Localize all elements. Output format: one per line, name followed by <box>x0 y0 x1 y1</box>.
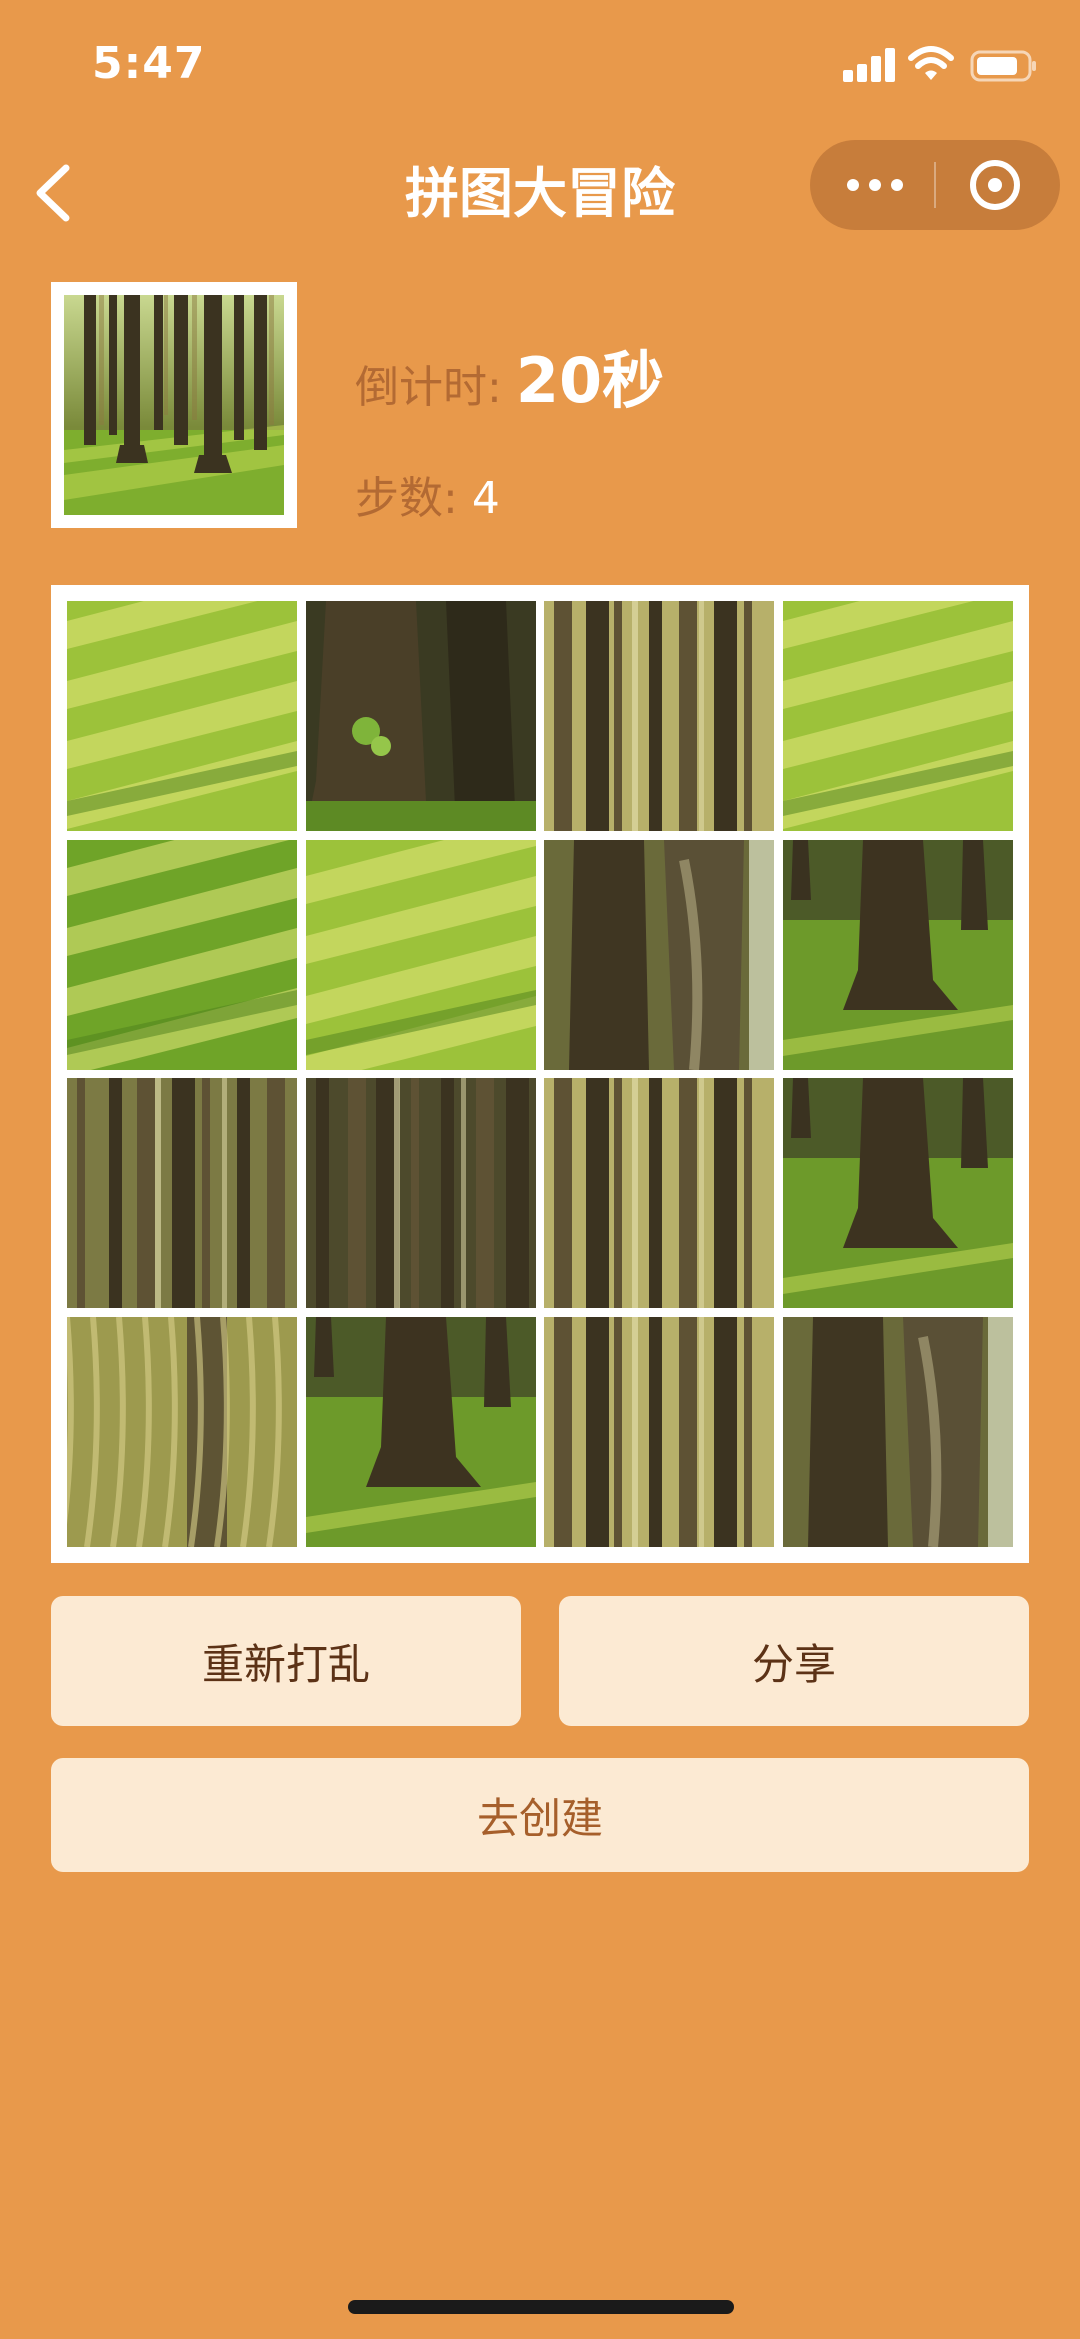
preview-thumbnail <box>51 282 297 528</box>
puzzle-tile-image <box>67 1316 297 1547</box>
battery-icon <box>970 50 1036 82</box>
puzzle-tile[interactable] <box>67 1316 297 1547</box>
countdown-value: 20秒 <box>515 344 665 417</box>
puzzle-tile-image <box>305 1316 536 1547</box>
signal-icon <box>843 48 895 82</box>
puzzle-tile-image <box>305 601 536 831</box>
puzzle-tile[interactable] <box>67 1078 297 1309</box>
puzzle-tile[interactable] <box>544 839 775 1070</box>
puzzle-tile-image <box>67 839 297 1070</box>
share-button[interactable]: 分享 <box>559 1596 1029 1726</box>
home-indicator <box>348 2300 734 2314</box>
close-icon[interactable] <box>970 160 1020 210</box>
wifi-icon <box>908 46 954 80</box>
puzzle-tile-image <box>67 601 297 831</box>
status-bar: 5:47 <box>0 0 1080 130</box>
puzzle-tile-image <box>544 839 775 1070</box>
puzzle-tile[interactable] <box>544 1078 775 1309</box>
reshuffle-button[interactable]: 重新打乱 <box>51 1596 521 1726</box>
status-time: 5:47 <box>92 38 206 89</box>
puzzle-tile[interactable] <box>782 839 1013 1070</box>
puzzle-tile-image <box>544 601 775 831</box>
puzzle-board <box>51 585 1029 1563</box>
countdown: 倒计时: 20秒 <box>355 330 664 417</box>
puzzle-tile[interactable] <box>67 839 297 1070</box>
create-button[interactable]: 去创建 <box>51 1758 1029 1872</box>
more-icon[interactable] <box>845 170 905 200</box>
puzzle-tile[interactable] <box>544 601 775 831</box>
puzzle-tile-image <box>782 1078 1013 1309</box>
puzzle-tile-image <box>782 839 1013 1070</box>
nav-bar: 拼图大冒险 <box>0 130 1080 260</box>
puzzle-tile[interactable] <box>305 601 536 831</box>
puzzle-tile-image <box>544 1316 775 1547</box>
puzzle-tile[interactable] <box>782 1078 1013 1309</box>
puzzle-tile[interactable] <box>305 1078 536 1309</box>
puzzle-tile-image <box>782 601 1013 831</box>
puzzle-tile[interactable] <box>782 601 1013 831</box>
puzzle-tile[interactable] <box>305 839 536 1070</box>
steps-value: 4 <box>471 473 500 524</box>
puzzle-tile[interactable] <box>782 1316 1013 1547</box>
puzzle-tile-image <box>305 839 536 1070</box>
capsule-divider <box>934 162 936 208</box>
puzzle-tile[interactable] <box>305 1316 536 1547</box>
preview-image <box>64 295 284 515</box>
steps: 步数: 4 <box>355 462 500 526</box>
puzzle-tile[interactable] <box>67 601 297 831</box>
steps-label: 步数: <box>355 473 458 524</box>
puzzle-grid <box>67 601 1013 1547</box>
countdown-label: 倒计时: <box>355 362 502 413</box>
puzzle-tile-image <box>782 1316 1013 1547</box>
puzzle-tile[interactable] <box>544 1316 775 1547</box>
puzzle-tile-image <box>67 1078 297 1309</box>
puzzle-tile-image <box>544 1078 775 1309</box>
menu-capsule <box>810 140 1060 230</box>
puzzle-tile-image <box>305 1078 536 1309</box>
